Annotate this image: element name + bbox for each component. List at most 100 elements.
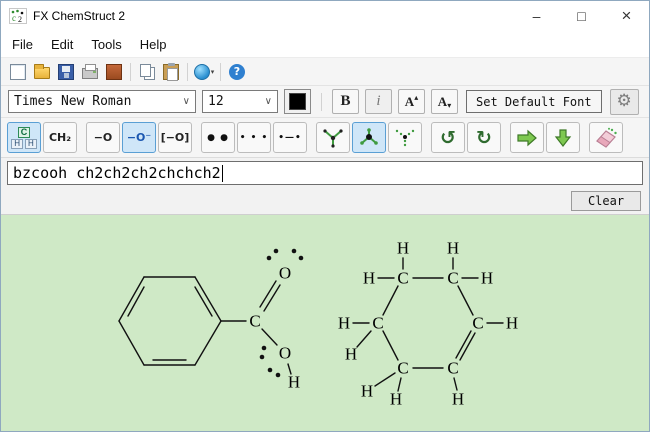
- lone-pair-small-button[interactable]: • • •: [237, 122, 271, 153]
- lone-pair-large-button[interactable]: ● ●: [201, 122, 235, 153]
- geometry-dotted-button[interactable]: [388, 122, 422, 153]
- decrease-font-button[interactable]: A ▾: [431, 89, 458, 114]
- geometry-node-icon: [357, 127, 381, 149]
- bracket-o-button[interactable]: [−O]: [158, 122, 192, 153]
- font-family-select[interactable]: Times New Roman ∨: [8, 90, 196, 113]
- print-icon: [82, 68, 98, 79]
- molecule-benzoic-acid: COOH: [119, 249, 303, 392]
- condensed-formula-icon: CH₂: [49, 131, 71, 144]
- geometry-dotted-icon: [393, 127, 417, 149]
- separator: [187, 63, 188, 81]
- molecule-cyclohexene: CCCCCCHHHHHHHHHH: [338, 239, 518, 409]
- export-right-button[interactable]: [510, 122, 544, 153]
- single-bond-o-icon: −O: [94, 131, 113, 144]
- menu-edit[interactable]: Edit: [42, 32, 82, 57]
- structural-formula-button[interactable]: CHH: [7, 122, 41, 153]
- menu-tools[interactable]: Tools: [82, 32, 130, 57]
- maximize-button[interactable]: □: [559, 1, 604, 31]
- chem-toolbar: CHH CH₂ −O −O⁻ [−O] ● ●• • ••—• ↺ ↻: [1, 118, 649, 158]
- bracket-o-icon: [−O]: [161, 131, 190, 144]
- charged-o-button[interactable]: −O⁻: [122, 122, 156, 153]
- capture-button[interactable]: [102, 60, 126, 84]
- drawing-canvas[interactable]: COOHCCCCCCHHHHHHHHHH: [1, 215, 649, 431]
- clear-button[interactable]: Clear: [571, 191, 641, 211]
- paste-button[interactable]: [159, 60, 183, 84]
- structural-formula-icon: CHH: [11, 127, 37, 149]
- menu-file[interactable]: File: [3, 32, 42, 57]
- formula-input-row: bzcooh ch2ch2ch2chchch2: [1, 158, 649, 188]
- open-file-button[interactable]: [30, 60, 54, 84]
- svg-text:O: O: [279, 344, 291, 363]
- formula-input[interactable]: bzcooh ch2ch2ch2chchch2: [7, 161, 643, 185]
- text-cursor: [222, 165, 223, 182]
- rotate-cw-button[interactable]: ↻: [467, 122, 501, 153]
- font-color-button[interactable]: [284, 89, 311, 114]
- condensed-formula-button[interactable]: CH₂: [43, 122, 77, 153]
- svg-text:C: C: [472, 314, 483, 333]
- decrease-font-label: A: [438, 94, 447, 110]
- font-toolbar: Times New Roman ∨ 12 ∨ B i A ▴ A ▾ Set D…: [1, 86, 649, 118]
- italic-button[interactable]: i: [365, 89, 392, 114]
- separator: [321, 93, 322, 111]
- svg-text:c: c: [12, 13, 16, 23]
- close-button[interactable]: ×: [604, 1, 649, 31]
- settings-gear-button[interactable]: ⚙: [610, 89, 639, 115]
- font-size-value: 12: [208, 94, 261, 109]
- geometry-solid-button[interactable]: [316, 122, 350, 153]
- rotate-cw-icon: ↻: [476, 127, 492, 149]
- export-down-button[interactable]: [546, 122, 580, 153]
- eraser-icon: [594, 127, 618, 149]
- menu-help[interactable]: Help: [131, 32, 176, 57]
- increase-font-button[interactable]: A ▴: [398, 89, 425, 114]
- chevron-down-icon: ∨: [183, 96, 190, 107]
- svg-text:H: H: [481, 269, 493, 288]
- copy-button[interactable]: [135, 60, 159, 84]
- single-bond-o-button[interactable]: −O: [86, 122, 120, 153]
- clear-row: Clear: [1, 188, 649, 215]
- up-mark-icon: ▴: [414, 93, 418, 102]
- svg-text:H: H: [361, 382, 373, 401]
- gear-icon: ⚙: [616, 93, 631, 110]
- svg-text:H: H: [452, 390, 464, 409]
- separator: [220, 63, 221, 81]
- molecule-canvas: COOHCCCCCCHHHHHHHHHH: [1, 215, 649, 431]
- font-size-select[interactable]: 12 ∨: [202, 90, 278, 113]
- title-bar: c 2 FX ChemStruct 2 – □ ×: [1, 1, 649, 31]
- globe-icon: [194, 64, 210, 80]
- formula-input-value: bzcooh ch2ch2ch2chchch2: [13, 164, 221, 182]
- open-icon: [34, 67, 50, 79]
- window-title: FX ChemStruct 2: [33, 9, 125, 23]
- geometry-node-button[interactable]: [352, 122, 386, 153]
- new-file-button[interactable]: [6, 60, 30, 84]
- svg-text:C: C: [397, 359, 408, 378]
- bold-button[interactable]: B: [332, 89, 359, 114]
- down-mark-icon: ▾: [447, 101, 451, 110]
- capture-icon: [106, 64, 122, 80]
- rotate-ccw-button[interactable]: ↺: [431, 122, 465, 153]
- print-button[interactable]: [78, 60, 102, 84]
- svg-text:C: C: [447, 359, 458, 378]
- help-icon: ?: [229, 64, 245, 80]
- file-toolbar: ▾?: [1, 58, 649, 86]
- chevron-down-icon: ∨: [265, 96, 272, 107]
- app-icon: c 2: [9, 8, 27, 24]
- web-button[interactable]: ▾: [192, 60, 216, 84]
- svg-text:C: C: [372, 314, 383, 333]
- rotate-ccw-icon: ↺: [440, 127, 456, 149]
- eraser-button[interactable]: [589, 122, 623, 153]
- copy-icon: [140, 64, 151, 77]
- svg-text:H: H: [338, 314, 350, 333]
- help-button[interactable]: ?: [225, 60, 249, 84]
- charged-o-icon: −O⁻: [127, 131, 151, 144]
- svg-text:O: O: [279, 264, 291, 283]
- separator: [130, 63, 131, 81]
- font-family-value: Times New Roman: [14, 94, 179, 109]
- chevron-down-icon: ▾: [211, 68, 215, 76]
- save-file-button[interactable]: [54, 60, 78, 84]
- app-window: c 2 FX ChemStruct 2 – □ × FileEditToolsH…: [0, 0, 650, 432]
- menu-bar: FileEditToolsHelp: [1, 31, 649, 58]
- svg-text:H: H: [506, 314, 518, 333]
- minimize-button[interactable]: –: [514, 1, 559, 31]
- lone-pair-bond-button[interactable]: •—•: [273, 122, 307, 153]
- set-default-font-button[interactable]: Set Default Font: [466, 90, 602, 113]
